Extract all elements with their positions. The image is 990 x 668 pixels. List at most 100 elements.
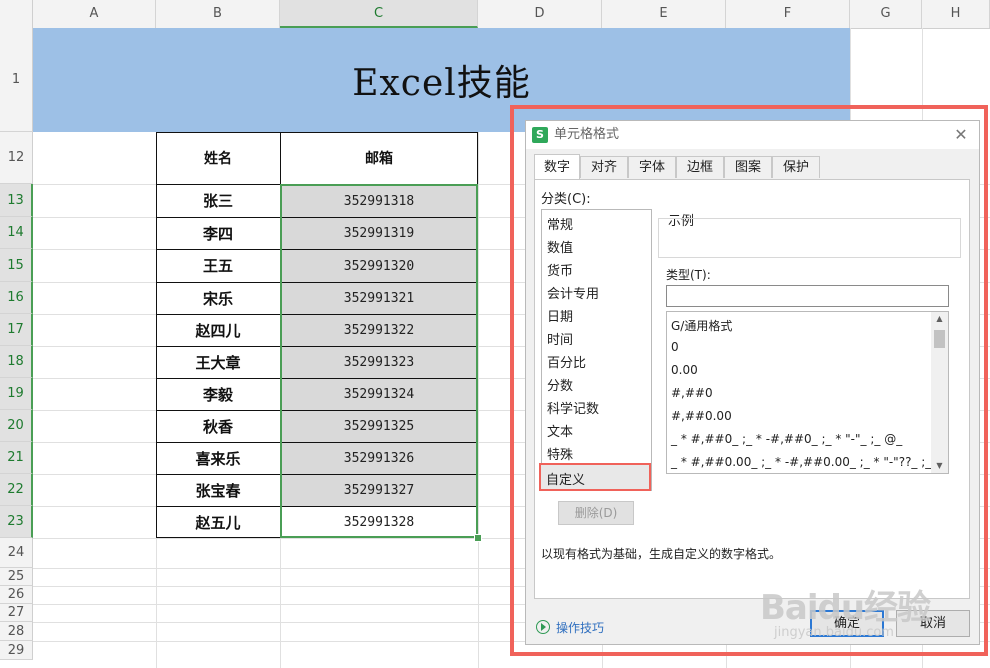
list-item[interactable]: _ * #,##0.00_ ;_ * -#,##0.00_ ;_ * "-"??… bbox=[671, 455, 948, 469]
table-cell-email[interactable]: 352991322 bbox=[281, 315, 477, 346]
table-cell-name[interactable]: 张宝春 bbox=[156, 474, 280, 506]
row-header-1[interactable]: 1 bbox=[0, 28, 33, 132]
row-header-14[interactable]: 14 bbox=[0, 217, 33, 249]
list-item[interactable]: 时间 bbox=[547, 329, 573, 348]
row-header-20[interactable]: 20 bbox=[0, 410, 33, 442]
play-circle-icon bbox=[536, 620, 550, 634]
row-header-19[interactable]: 19 bbox=[0, 378, 33, 410]
row-header-21[interactable]: 21 bbox=[0, 442, 33, 474]
table-cell-name[interactable]: 宋乐 bbox=[156, 282, 280, 314]
row-header-22[interactable]: 22 bbox=[0, 474, 33, 506]
column-header-h[interactable]: H bbox=[922, 0, 990, 28]
table-cell-email[interactable]: 352991318 bbox=[281, 185, 477, 217]
column-header-d[interactable]: D bbox=[478, 0, 602, 28]
type-label: 类型(T): bbox=[666, 268, 711, 282]
row-header-18[interactable]: 18 bbox=[0, 346, 33, 378]
table-cell-name[interactable]: 赵五儿 bbox=[156, 506, 280, 538]
table-cell-email-active[interactable]: 352991328 bbox=[281, 507, 477, 537]
table-cell-name[interactable]: 秋香 bbox=[156, 410, 280, 442]
tips-link[interactable]: 操作技巧 bbox=[536, 619, 604, 636]
table-cell-email[interactable]: 352991323 bbox=[281, 347, 477, 378]
list-item[interactable]: #,##0.00 bbox=[671, 409, 732, 423]
table-cell-email[interactable]: 352991320 bbox=[281, 250, 477, 282]
scroll-up-icon[interactable]: ▲ bbox=[931, 312, 948, 326]
table-cell-name[interactable]: 李四 bbox=[156, 217, 280, 249]
tab-number[interactable]: 数字 bbox=[534, 154, 580, 179]
list-item[interactable]: #,##0 bbox=[671, 386, 713, 400]
row-header-13[interactable]: 13 bbox=[0, 184, 33, 217]
row-header-28[interactable]: 28 bbox=[0, 622, 33, 641]
column-header-c[interactable]: C bbox=[280, 0, 478, 28]
table-cell-name[interactable]: 赵四儿 bbox=[156, 314, 280, 346]
row-header-24[interactable]: 24 bbox=[0, 538, 33, 568]
table-cell-name[interactable]: 喜来乐 bbox=[156, 442, 280, 474]
table-cell-email[interactable]: 352991325 bbox=[281, 411, 477, 442]
row-header-17[interactable]: 17 bbox=[0, 314, 33, 346]
table-border bbox=[156, 132, 157, 538]
table-header-email[interactable]: 邮箱 bbox=[280, 132, 478, 184]
type-input[interactable] bbox=[666, 285, 949, 307]
column-header-f[interactable]: F bbox=[726, 0, 850, 28]
scroll-down-icon[interactable]: ▼ bbox=[931, 459, 948, 473]
fill-handle[interactable] bbox=[474, 534, 482, 542]
list-item[interactable]: 数值 bbox=[547, 237, 573, 256]
column-header-g[interactable]: G bbox=[850, 0, 922, 28]
dialog-titlebar[interactable]: S 单元格格式 ✕ bbox=[526, 121, 979, 149]
row-header-23[interactable]: 23 bbox=[0, 506, 33, 538]
table-border bbox=[280, 132, 281, 538]
list-item[interactable]: 货币 bbox=[547, 260, 573, 279]
category-item-custom-selected[interactable]: 自定义 bbox=[539, 463, 651, 491]
table-cell-email[interactable]: 352991321 bbox=[281, 283, 477, 314]
row-header-15[interactable]: 15 bbox=[0, 249, 33, 282]
close-icon[interactable]: ✕ bbox=[951, 125, 971, 145]
type-format-list[interactable]: G/通用格式 0 0.00 #,##0 #,##0.00 _ * #,##0_ … bbox=[666, 311, 949, 474]
select-all-corner[interactable] bbox=[0, 0, 33, 28]
row-header-26[interactable]: 26 bbox=[0, 586, 33, 604]
tab-font[interactable]: 字体 bbox=[628, 156, 676, 178]
list-item[interactable]: 0 bbox=[671, 340, 679, 354]
table-border bbox=[156, 506, 478, 507]
list-item[interactable]: 科学记数 bbox=[547, 398, 599, 417]
row-header-27[interactable]: 27 bbox=[0, 604, 33, 622]
tab-alignment[interactable]: 对齐 bbox=[580, 156, 628, 178]
category-list[interactable]: 常规 数值 货币 会计专用 日期 时间 百分比 分数 科学记数 文本 特殊 bbox=[541, 209, 652, 491]
table-cell-email[interactable]: 352991326 bbox=[281, 443, 477, 474]
list-item[interactable]: 百分比 bbox=[547, 352, 586, 371]
list-item[interactable]: _ * #,##0_ ;_ * -#,##0_ ;_ * "-"_ ;_ @_ bbox=[671, 432, 902, 446]
table-cell-name[interactable]: 王大章 bbox=[156, 346, 280, 378]
list-item[interactable]: G/通用格式 bbox=[671, 317, 732, 334]
list-item[interactable]: 常规 bbox=[547, 214, 573, 233]
column-header-e[interactable]: E bbox=[602, 0, 726, 28]
list-item[interactable]: 会计专用 bbox=[547, 283, 599, 302]
list-item[interactable]: 特殊 bbox=[547, 444, 573, 463]
list-item[interactable]: 分数 bbox=[547, 375, 573, 394]
table-cell-email[interactable]: 352991327 bbox=[281, 475, 477, 506]
sheet-title: Excel技能 bbox=[352, 63, 531, 104]
tab-protection[interactable]: 保护 bbox=[772, 156, 820, 178]
table-cell-email[interactable]: 352991319 bbox=[281, 218, 477, 249]
list-item[interactable]: 文本 bbox=[547, 421, 573, 440]
table-border bbox=[477, 132, 478, 538]
cancel-button[interactable]: 取消 bbox=[896, 610, 970, 637]
table-cell-name[interactable]: 李毅 bbox=[156, 378, 280, 410]
column-header-b[interactable]: B bbox=[156, 0, 280, 28]
row-header-25[interactable]: 25 bbox=[0, 568, 33, 586]
table-header-name[interactable]: 姓名 bbox=[156, 132, 280, 184]
list-item[interactable]: 日期 bbox=[547, 306, 573, 325]
merged-title-cell[interactable]: Excel技能 bbox=[33, 28, 850, 132]
row-header-12[interactable]: 12 bbox=[0, 132, 33, 184]
table-cell-name[interactable]: 王五 bbox=[156, 249, 280, 282]
type-list-scrollbar[interactable]: ▲ ▼ bbox=[931, 312, 948, 473]
ok-button[interactable]: 确定 bbox=[810, 610, 884, 637]
list-item[interactable]: 0.00 bbox=[671, 363, 698, 377]
table-cell-email[interactable]: 352991324 bbox=[281, 379, 477, 410]
table-cell-name[interactable]: 张三 bbox=[156, 184, 280, 217]
row-header-16[interactable]: 16 bbox=[0, 282, 33, 314]
table-border bbox=[156, 474, 478, 475]
tab-border[interactable]: 边框 bbox=[676, 156, 724, 178]
tab-pattern[interactable]: 图案 bbox=[724, 156, 772, 178]
column-header-a[interactable]: A bbox=[33, 0, 156, 28]
delete-button[interactable]: 删除(D) bbox=[558, 501, 634, 525]
row-header-29[interactable]: 29 bbox=[0, 641, 33, 660]
scroll-thumb[interactable] bbox=[934, 330, 945, 348]
